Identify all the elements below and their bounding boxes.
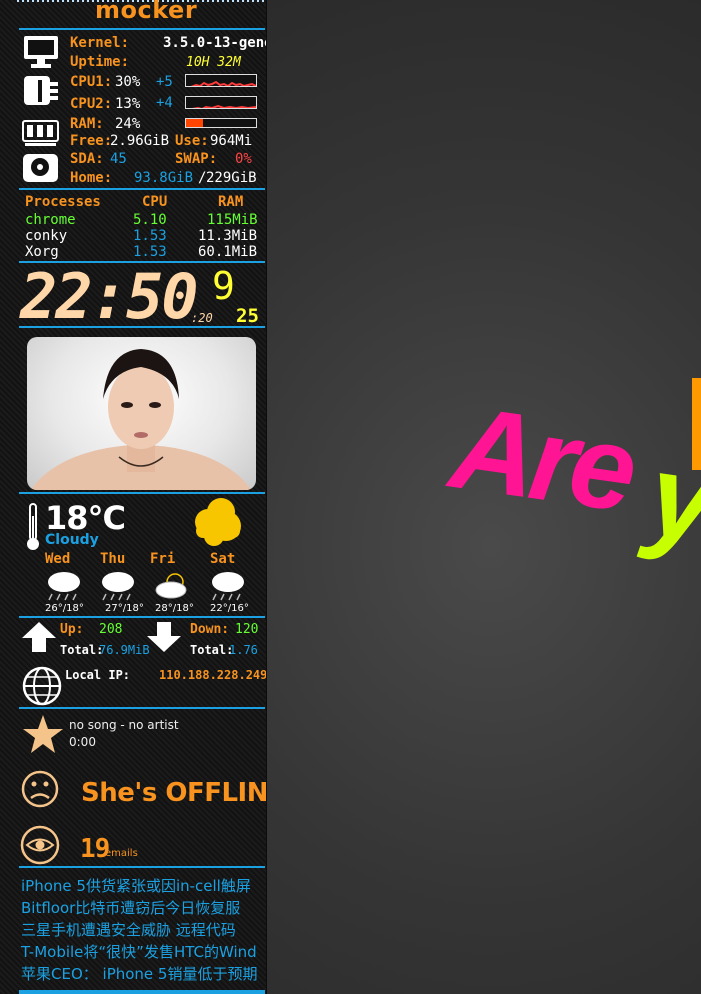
download-speed: 120 — [235, 622, 259, 637]
sda-label: SDA: — [70, 151, 104, 167]
free-value: 2.96GiB — [110, 133, 170, 149]
divider — [19, 28, 265, 30]
news-headline[interactable]: Bitfloor比特币遭窃后今日恢复服 — [21, 901, 240, 916]
cpu1-temp: +5 — [156, 74, 173, 90]
forecast-day: Fri — [150, 551, 176, 567]
divider — [19, 990, 265, 994]
rain-cloud-icon — [48, 572, 80, 601]
local-ip-label: Local IP: — [65, 668, 131, 682]
date-month: 9 — [212, 264, 235, 308]
download-total-label: Total: — [190, 643, 234, 657]
star-icon — [23, 715, 63, 753]
cpu-icon — [24, 76, 58, 105]
ram-label: RAM: — [70, 116, 104, 132]
wallpaper-word-are: Are — [443, 381, 640, 537]
use-label: Use: — [175, 133, 209, 149]
process-ram: 60.1MiB — [198, 244, 258, 260]
news-headline[interactable]: iPhone 5供货紧张或因in-cell触屏 — [21, 879, 251, 894]
ram-bar — [185, 118, 257, 128]
email-label: emails — [105, 848, 138, 859]
kernel-label: Kernel: — [70, 35, 130, 51]
now-playing-time: 0:00 — [69, 735, 96, 749]
download-total: 1.76 — [229, 643, 258, 657]
date-day: 25 — [236, 305, 259, 327]
wallpaper-word-y: y — [641, 429, 701, 569]
news-headline[interactable]: T-Mobile将“很快”发售HTC的Wind — [21, 945, 257, 960]
download-arrow-icon — [147, 622, 181, 652]
weather-condition: Cloudy — [45, 532, 99, 548]
profile-photo — [27, 337, 256, 490]
ram-icon — [22, 120, 59, 146]
now-playing-song: no song - no artist — [69, 718, 179, 732]
process-name: chrome — [25, 212, 76, 228]
conky-panel: mocker Kernel: 3.5.0-13-gene Uptime: 10H… — [0, 0, 267, 994]
divider — [19, 326, 265, 328]
forecast-day: Wed — [45, 551, 71, 567]
swap-label: SWAP: — [175, 151, 218, 167]
rain-cloud-icon — [212, 572, 244, 601]
divider — [19, 707, 265, 709]
upload-label: Up: — [60, 622, 84, 637]
upload-arrow-icon — [22, 622, 56, 652]
cpu2-label: CPU2: — [70, 96, 113, 112]
process-cpu: 5.10 — [133, 212, 167, 228]
forecast-temps: 26°/18° — [45, 603, 84, 614]
home-total: 229GiB — [206, 170, 257, 186]
cpu1-label: CPU1: — [70, 74, 113, 90]
news-headline[interactable]: 三星手机遭遇安全威胁 远程代码 — [21, 923, 236, 938]
clock-seconds: :20 — [191, 311, 213, 325]
rain-cloud-icon — [102, 572, 134, 601]
eye-icon — [20, 825, 60, 865]
download-label: Down: — [190, 622, 230, 637]
sda-value: 45 — [110, 151, 127, 167]
free-label: Free: — [70, 133, 113, 149]
cloudy-weather-icon — [195, 498, 241, 546]
kernel-value: 3.5.0-13-gene — [163, 35, 267, 51]
swap-value: 0% — [235, 151, 252, 167]
process-ram: 11.3MiB — [198, 228, 258, 244]
process-ram: 115MiB — [207, 212, 258, 228]
cpu2-graph — [185, 96, 257, 109]
monitor-icon — [24, 36, 58, 68]
local-ip-value: 110.188.228.249 — [159, 668, 267, 682]
home-used: 93.8GiB — [134, 170, 194, 186]
processes-header: Processes — [25, 194, 101, 210]
cpu1-value: 30% — [115, 74, 141, 90]
processes-cpu-header: CPU — [142, 194, 168, 210]
clock-time: 22:50 — [20, 260, 199, 333]
sad-face-icon — [21, 770, 59, 808]
news-headline[interactable]: 苹果CEO： iPhone 5销量低于预期 — [21, 967, 257, 982]
forecast-temps: 27°/18° — [105, 603, 144, 614]
contact-status: She's OFFLINE — [81, 778, 267, 808]
process-cpu: 1.53 — [133, 244, 167, 260]
upload-speed: 208 — [99, 622, 123, 637]
cpu1-graph — [185, 74, 257, 87]
cpu2-value: 13% — [115, 96, 141, 112]
divider — [19, 866, 265, 868]
ram-value: 24% — [115, 116, 141, 132]
use-value: 964Mi — [210, 133, 253, 149]
thermometer-icon — [27, 503, 39, 550]
home-label: Home: — [70, 170, 113, 186]
process-name: Xorg — [25, 244, 59, 260]
forecast-day: Sat — [210, 551, 236, 567]
process-name: conky — [25, 228, 68, 244]
forecast-temps: 22°/16° — [210, 603, 249, 614]
uptime-label: Uptime: — [70, 54, 130, 70]
globe-icon — [22, 666, 62, 706]
hostname: mocker — [95, 0, 198, 24]
divider — [19, 616, 265, 618]
forecast-day: Thu — [100, 551, 126, 567]
partly-sunny-icon — [155, 573, 187, 599]
hard-disk-icon — [23, 154, 58, 182]
upload-total: 76.9MiB — [99, 643, 150, 657]
process-cpu: 1.53 — [133, 228, 167, 244]
upload-total-label: Total: — [60, 643, 104, 657]
processes-ram-header: RAM — [218, 194, 244, 210]
divider — [19, 188, 265, 190]
uptime-value: 10H 32M — [186, 55, 241, 70]
cpu2-temp: +4 — [156, 95, 173, 111]
forecast-temps: 28°/18° — [155, 603, 194, 614]
ram-bar-fill — [186, 119, 203, 127]
